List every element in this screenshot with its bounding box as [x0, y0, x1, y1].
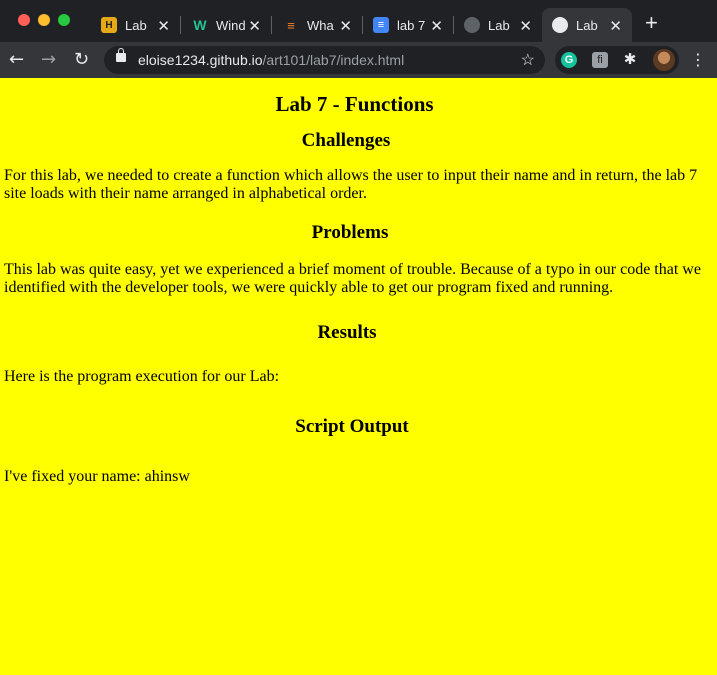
close-window-button[interactable] [18, 14, 30, 26]
page-title: Lab 7 - Functions [275, 92, 434, 116]
tab-lab-2[interactable]: Lab ✕ [456, 8, 542, 42]
url-host: eloise1234.github.io [138, 52, 263, 68]
problems-heading: Problems [311, 222, 389, 243]
tab-separator [271, 16, 272, 34]
grammarly-icon[interactable]: G [561, 52, 577, 68]
tab-title: lab 7 [397, 17, 426, 33]
results-heading: Results [317, 322, 377, 343]
tab-stackoverflow[interactable]: ≡ Wha ✕ [274, 8, 362, 42]
url-path: /art101/lab7/index.html [262, 52, 405, 68]
page-content: Lab 7 - Functions Challenges For this la… [0, 78, 717, 675]
reload-icon[interactable]: ↻ [74, 49, 89, 70]
tab-google-doc[interactable]: ≡ lab 7 ✕ [365, 8, 453, 42]
tab-title: Lab [125, 17, 147, 33]
url-text[interactable]: eloise1234.github.io/art101/lab7/index.h… [138, 52, 404, 68]
extension-icon[interactable]: fi [592, 52, 608, 68]
close-icon[interactable]: ✕ [609, 17, 622, 35]
forward-arrow-icon[interactable]: → [41, 49, 56, 70]
results-text: Here is the program execution for our La… [4, 368, 280, 385]
close-icon[interactable]: ✕ [248, 17, 261, 35]
globe-icon [552, 17, 568, 33]
challenges-heading: Challenges [301, 130, 391, 151]
new-tab-button[interactable]: + [645, 10, 658, 36]
tab-title: Lab [488, 17, 510, 33]
browser-toolbar: ← → ↻ eloise1234.github.io/art101/lab7/i… [0, 42, 717, 78]
w-icon: W [193, 17, 207, 33]
close-icon[interactable]: ✕ [519, 17, 532, 35]
extensions-area: G fi ✱ [555, 46, 679, 74]
tab-bar: H Lab ✕ W Wind ✕ ≡ Wha ✕ ≡ lab 7 ✕ Lab ✕… [0, 0, 717, 42]
script-output-text: I've fixed your name: ahinsw [4, 468, 190, 485]
close-icon[interactable]: ✕ [157, 17, 170, 35]
back-arrow-icon[interactable]: ← [9, 49, 24, 70]
avatar[interactable] [653, 49, 675, 71]
puzzle-icon[interactable]: ✱ [622, 52, 638, 68]
address-bar[interactable]: eloise1234.github.io/art101/lab7/index.h… [104, 46, 545, 74]
lock-icon [116, 48, 126, 62]
stackoverflow-icon: ≡ [287, 17, 295, 33]
tab-title: Wha [307, 17, 334, 33]
tab-wind[interactable]: W Wind ✕ [183, 8, 271, 42]
challenges-text: For this lab, we needed to create a func… [4, 167, 698, 202]
tab-lab-active[interactable]: Lab ✕ [542, 8, 632, 42]
tab-separator [362, 16, 363, 34]
menu-dots-icon[interactable]: ⋮ [690, 50, 706, 69]
close-icon[interactable]: ✕ [339, 17, 352, 35]
close-icon[interactable]: ✕ [430, 17, 443, 35]
script-output-heading: Script Output [295, 416, 409, 437]
problems-text: This lab was quite easy, yet we experien… [4, 261, 701, 296]
tab-separator [180, 16, 181, 34]
minimize-window-button[interactable] [38, 14, 50, 26]
google-docs-icon: ≡ [373, 17, 389, 33]
lab-book-icon: H [101, 17, 117, 33]
bookmark-star-icon[interactable]: ☆ [521, 50, 535, 70]
tab-title: Wind [216, 17, 246, 33]
tab-lab-1[interactable]: H Lab ✕ [92, 8, 180, 42]
tab-title: Lab [576, 17, 598, 33]
globe-icon [464, 17, 480, 33]
maximize-window-button[interactable] [58, 14, 70, 26]
tab-separator [453, 16, 454, 34]
